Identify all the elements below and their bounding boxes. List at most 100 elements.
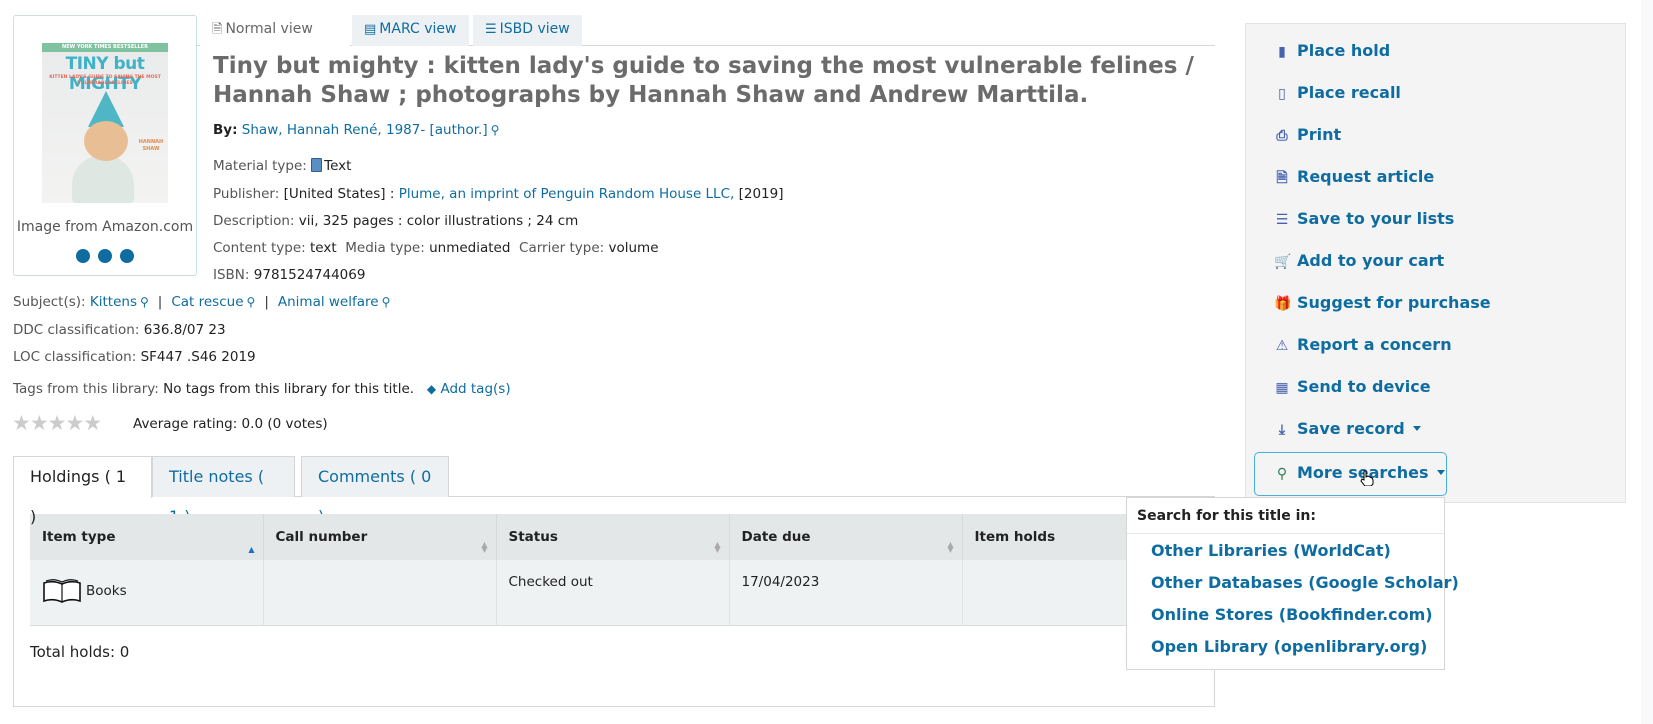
cover-image-box: NEW YORK TIMES BESTSELLER TINY but MIGHT… [13,15,197,276]
star-icon[interactable]: ★ [65,411,84,435]
print-link[interactable]: ⎙ Print [1274,125,1341,144]
suggest-purchase-link[interactable]: 🎁 Suggest for purchase [1274,293,1491,312]
tab-holdings[interactable]: Holdings ( 1 ) [13,456,152,526]
author-link[interactable]: Shaw, Hannah René, 1987- [author.] [242,122,488,138]
action-label: Place recall [1297,83,1401,102]
subject-link[interactable]: Kittens [90,294,137,310]
total-holds: Total holds: 0 [30,643,130,661]
holdings-table: Item type ▲ Call number ▲ ▼ Status ▲ ▼ Date d… [30,514,1196,626]
sort-icon: ▲ ▼ [481,540,488,554]
gift-icon: 🎁 [1274,296,1292,312]
send-to-device-link[interactable]: ▦ Send to device [1274,377,1431,396]
carousel-dot[interactable] [98,249,112,263]
column-header-call-number[interactable]: Call number ▲ ▼ [263,514,497,560]
save-record-dropdown[interactable]: ⤓ Save record [1274,419,1421,438]
publisher-year: [2019] [738,186,784,202]
tab-label: Normal view [225,21,313,37]
bookmark-outline-icon: ▯ [1278,86,1286,102]
place-hold-link[interactable]: ▮ Place hold [1274,41,1390,60]
loc-value: SF447 .S46 2019 [140,349,256,365]
carousel-dot[interactable] [76,249,90,263]
star-icon[interactable]: ★ [30,411,49,435]
carousel-dot[interactable] [120,249,134,263]
ddc-value: 636.8/07 23 [143,322,226,338]
cover-carousel-dots [14,249,196,267]
publisher-line: Publisher: [United States] : Plume, an i… [213,186,783,202]
menu-item-worldcat[interactable]: Other Libraries (WorldCat) [1151,541,1391,560]
column-label: Date due [741,529,811,545]
tab-normal-view[interactable]: 🗎 Normal view [200,15,350,46]
cover-author-text: HANNAH SHAW [138,139,164,152]
cover-blanket-graphic [72,155,134,203]
search-icon[interactable]: ⚲ [491,123,500,137]
cell-date-due: 17/04/2023 [729,560,963,626]
average-rating: Average rating: 0.0 (0 votes) [133,416,328,432]
more-searches-button[interactable]: ⚲ More searches [1254,452,1447,496]
menu-divider [1127,533,1444,534]
publisher-link[interactable]: Plume, an imprint of Penguin Random Hous… [399,186,735,202]
column-header-date-due[interactable]: Date due ▲ ▼ [729,514,963,560]
tags-label: Tags from this library: [13,381,159,397]
download-icon: ⤓ [1278,422,1286,438]
column-header-status[interactable]: Status ▲ ▼ [496,514,730,560]
description-line: Description: vii, 325 pages : color illu… [213,213,578,229]
isbn-value: 9781524744069 [253,267,366,283]
rating-stars[interactable]: ★★★★★ [12,411,102,435]
subjects-line: Subject(s): Kittens ⚲ | Cat rescue ⚲ | Animal … [13,294,390,310]
tab-comments[interactable]: Comments ( 0 ) [301,456,449,526]
material-type-line: Material type: Text [213,158,351,174]
carrier-type-value: volume [608,240,659,256]
tab-isbd-view[interactable]: ☰ ISBD view [473,15,582,46]
carrier-type-label: Carrier type: [519,240,605,256]
open-book-icon [43,579,81,603]
cover-caption: Image from Amazon.com [16,219,194,235]
save-to-lists-link[interactable]: ☰ Save to your lists [1274,209,1455,228]
search-icon[interactable]: ⚲ [140,295,149,309]
star-icon[interactable]: ★ [12,411,31,435]
qrcode-icon: ▦ [1275,380,1289,396]
publisher-label: Publisher: [213,186,280,202]
search-icon[interactable]: ⚲ [382,295,391,309]
star-icon[interactable]: ★ [48,411,67,435]
subject-link[interactable]: Animal welfare [278,294,379,310]
cover-subtitle-text: KITTEN LADY'S GUIDE TO SAVING THE MOST V… [49,75,161,86]
column-header-item-type[interactable]: Item type ▲ [30,514,264,560]
ddc-line: DDC classification: 636.8/07 23 [13,322,226,338]
subjects-label: Subject(s): [13,294,86,310]
actions-panel: ▮ Place hold ▯ Place recall ⎙ Print 🗎 Reques… [1245,23,1626,503]
content-type-line: Content type: text Media type: unmediate… [213,240,659,256]
tab-title-notes[interactable]: Title notes ( 1 ) [152,456,295,526]
subject-link[interactable]: Cat rescue [171,294,243,310]
menu-item-open-library[interactable]: Open Library (openlibrary.org) [1151,637,1427,656]
add-to-cart-link[interactable]: 🛒 Add to your cart [1274,251,1444,270]
separator: | [157,294,163,310]
tag-icon: ◆ [426,382,437,396]
warning-icon: ⚠ [1275,338,1289,354]
menu-item-google-scholar[interactable]: Other Databases (Google Scholar) [1151,573,1459,592]
search-icon[interactable]: ⚲ [247,295,256,309]
caret-down-icon [1412,426,1421,431]
report-concern-link[interactable]: ⚠ Report a concern [1274,335,1452,354]
add-tags-link[interactable]: Add tag(s) [440,381,510,397]
column-label: Item type [42,529,116,545]
column-label: Call number [275,529,368,545]
cover-image[interactable]: NEW YORK TIMES BESTSELLER TINY but MIGHT… [42,43,168,203]
cell-call-number [263,560,497,626]
scrollbar-track[interactable] [1641,0,1653,724]
place-recall-link[interactable]: ▯ Place recall [1274,83,1401,102]
record-title: Tiny but mighty : kitten lady's guide to… [213,53,1194,108]
loc-label: LOC classification: [13,349,137,365]
bookmark-icon: ▮ [1278,44,1286,60]
ddc-label: DDC classification: [13,322,140,338]
tab-marc-view[interactable]: ▤ MARC view [352,15,469,46]
column-label: Item holds [974,529,1056,545]
separator: | [264,294,269,310]
menu-item-bookfinder[interactable]: Online Stores (Bookfinder.com) [1151,605,1433,624]
star-icon[interactable]: ★ [83,411,102,435]
content-type-label: Content type: [213,240,306,256]
tags-line: Tags from this library: No tags from thi… [13,381,511,397]
list-icon: ☰ [485,22,497,37]
request-article-link[interactable]: 🗎 Request article [1274,167,1434,191]
action-label: Send to device [1297,377,1431,396]
tags-value: No tags from this library for this title… [163,381,415,397]
